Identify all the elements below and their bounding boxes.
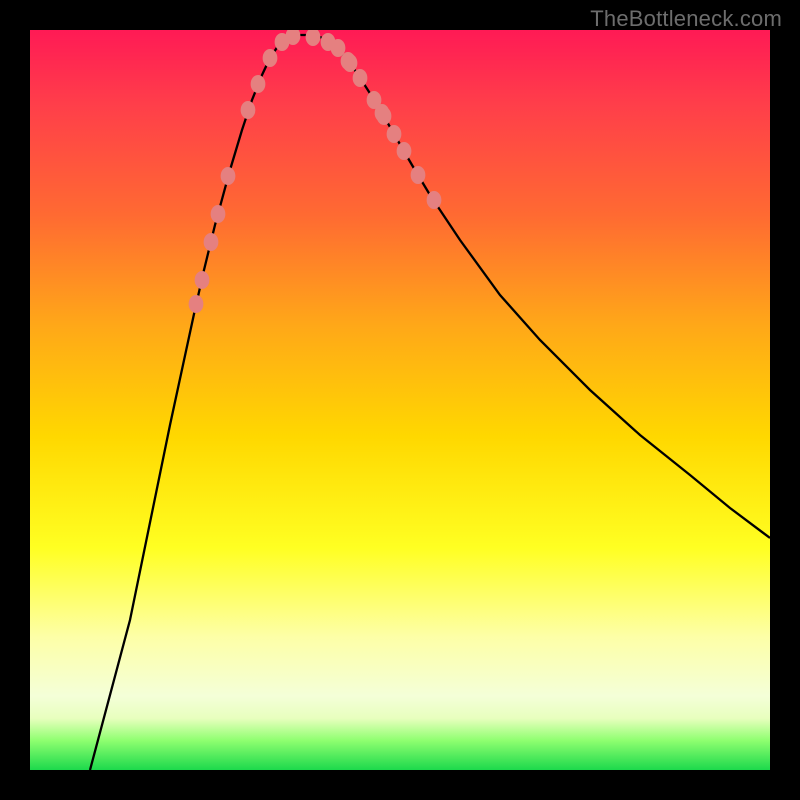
bead-icon [377,107,392,125]
bead-icon [343,54,358,72]
bead-icon [411,166,426,184]
bead-icon [353,69,368,87]
bottleneck-curve [90,35,770,770]
bead-icon [211,205,226,223]
bead-icon [263,49,278,67]
watermark-text: TheBottleneck.com [590,6,782,32]
chart-svg [30,30,770,770]
bead-icon [251,75,266,93]
outer-frame: TheBottleneck.com [0,0,800,800]
bead-icon [221,167,236,185]
bead-icon [195,271,210,289]
plot-area [30,30,770,770]
bead-icon [189,295,204,313]
bead-icon [397,142,412,160]
left-bead-group [189,30,301,313]
bead-icon [241,101,256,119]
right-bead-group [306,30,442,209]
bead-icon [306,30,321,46]
bead-icon [387,125,402,143]
bead-icon [427,191,442,209]
bead-icon [204,233,219,251]
